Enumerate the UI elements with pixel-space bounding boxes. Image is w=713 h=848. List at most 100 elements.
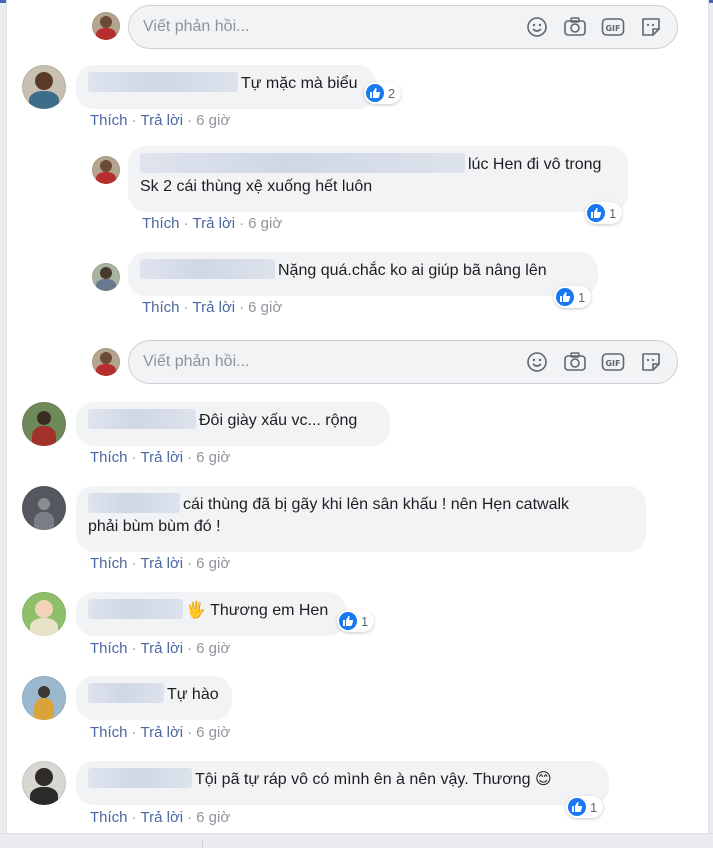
like-link[interactable]: Thích	[90, 449, 128, 466]
like-link[interactable]: Thích	[90, 640, 128, 657]
redacted-author-name	[140, 258, 275, 279]
redacted-author-name	[88, 71, 238, 92]
reply-link[interactable]: Trả lời	[141, 449, 184, 466]
reply-link[interactable]: Trả lời	[193, 299, 236, 316]
comment-text: Tự hào	[167, 686, 219, 703]
separator: ·	[187, 449, 193, 466]
like-icon	[366, 84, 384, 102]
like-link[interactable]: Thích	[90, 724, 128, 741]
reply-link[interactable]: Trả lời	[193, 215, 236, 232]
like-link[interactable]: Thích	[90, 809, 128, 826]
comment-text-line1: lúc Hen đi vô trong	[468, 156, 602, 173]
redacted-author-name	[140, 152, 465, 173]
redacted-author-name	[88, 492, 180, 513]
bottom-divider-tick	[202, 840, 203, 848]
reaction-number: 1	[609, 205, 617, 221]
avatar[interactable]	[92, 263, 120, 291]
gif-icon[interactable]: GIF	[601, 15, 625, 39]
separator: ·	[131, 449, 137, 466]
comment-text: Tự mặc mà biểu	[241, 75, 358, 92]
reaction-count[interactable]: 1	[566, 796, 604, 818]
reply-input[interactable]: Viết phản hồi... GIF	[128, 5, 678, 49]
reply-placeholder: Viết phản hồi...	[143, 18, 250, 35]
avatar[interactable]	[22, 592, 66, 636]
avatar[interactable]	[92, 348, 120, 376]
camera-icon[interactable]	[563, 15, 587, 39]
comment-actions: Thích · Trả lời · 6 giờ	[90, 809, 230, 826]
comment-bubble: Tự hào	[76, 676, 232, 720]
timestamp[interactable]: 6 giờ	[196, 640, 230, 657]
avatar[interactable]	[92, 156, 120, 184]
like-link[interactable]: Thích	[142, 299, 180, 316]
reply-link[interactable]: Trả lời	[141, 724, 184, 741]
separator: ·	[131, 640, 137, 657]
reaction-number: 2	[388, 85, 396, 101]
reaction-number: 1	[361, 613, 369, 629]
comment-text-line2: phải bùm bùm đó !	[88, 518, 221, 535]
timestamp[interactable]: 6 giờ	[248, 299, 282, 316]
svg-text:GIF: GIF	[605, 24, 620, 33]
sticker-icon[interactable]	[639, 350, 663, 374]
timestamp[interactable]: 6 giờ	[248, 215, 282, 232]
comment-bubble: Nặng quá.chắc ko ai giúp bã nâng lên	[128, 252, 598, 296]
comment-bubble: lúc Hen đi vô trong Sk 2 cái thùng xệ xu…	[128, 146, 628, 212]
redacted-author-name	[88, 767, 192, 788]
timestamp[interactable]: 6 giờ	[196, 112, 230, 129]
timestamp[interactable]: 6 giờ	[196, 724, 230, 741]
avatar[interactable]	[92, 12, 120, 40]
timestamp[interactable]: 6 giờ	[196, 809, 230, 826]
redacted-author-name	[88, 682, 164, 703]
separator: ·	[131, 112, 137, 129]
bottom-divider	[0, 833, 713, 834]
sticker-icon[interactable]	[639, 15, 663, 39]
reply-link[interactable]: Trả lời	[141, 809, 184, 826]
separator: ·	[187, 724, 193, 741]
avatar[interactable]	[22, 486, 66, 530]
comment-text-line2: Sk 2 cái thùng xệ xuống hết luôn	[140, 178, 373, 195]
like-link[interactable]: Thích	[142, 215, 180, 232]
separator: ·	[131, 724, 137, 741]
reply-input[interactable]: Viết phản hồi... GIF	[128, 340, 678, 384]
reply-placeholder: Viết phản hồi...	[143, 353, 250, 370]
reply-link[interactable]: Trả lời	[141, 112, 184, 129]
emoji-icon[interactable]	[525, 15, 549, 39]
emoji-icon[interactable]	[525, 350, 549, 374]
comment-text: Nặng quá.chắc ko ai giúp bã nâng lên	[278, 262, 547, 279]
comment-actions: Thích · Trả lời · 6 giờ	[90, 640, 230, 657]
reaction-number: 1	[578, 289, 586, 305]
avatar[interactable]	[22, 402, 66, 446]
reply-link[interactable]: Trả lời	[141, 555, 184, 572]
comment-bubble: Tự mặc mà biểu	[76, 65, 376, 109]
camera-icon[interactable]	[563, 350, 587, 374]
reaction-count[interactable]: 1	[585, 202, 623, 224]
gif-icon[interactable]: GIF	[601, 350, 625, 374]
avatar[interactable]	[22, 676, 66, 720]
separator: ·	[239, 215, 245, 232]
comment-actions: Thích · Trả lời · 6 giờ	[142, 299, 282, 316]
separator: ·	[183, 215, 189, 232]
separator: ·	[187, 640, 193, 657]
reaction-count[interactable]: 1	[554, 286, 592, 308]
reply-link[interactable]: Trả lời	[141, 640, 184, 657]
comment-bubble: Đôi giày xấu vc... rộng	[76, 402, 390, 446]
avatar[interactable]	[22, 65, 66, 109]
reaction-count[interactable]: 2	[364, 82, 402, 104]
comment-bubble: 🖐 Thương em Hen	[76, 592, 346, 636]
comment-text: Tội pã tự ráp vô có mình ên à nên vậy. T…	[195, 771, 552, 788]
reaction-count[interactable]: 1	[337, 610, 375, 632]
separator: ·	[187, 112, 193, 129]
separator: ·	[239, 299, 245, 316]
redacted-author-name	[88, 408, 196, 429]
like-icon	[568, 798, 586, 816]
svg-text:GIF: GIF	[605, 359, 620, 368]
separator: ·	[131, 555, 137, 572]
comment-text-line1: cái thùng đã bị gãy khi lên sân khấu ! n…	[183, 496, 570, 513]
like-link[interactable]: Thích	[90, 112, 128, 129]
timestamp[interactable]: 6 giờ	[196, 555, 230, 572]
reaction-number: 1	[590, 799, 598, 815]
avatar[interactable]	[22, 761, 66, 805]
comment-actions: Thích · Trả lời · 6 giờ	[142, 215, 282, 232]
timestamp[interactable]: 6 giờ	[196, 449, 230, 466]
like-link[interactable]: Thích	[90, 555, 128, 572]
redacted-author-name	[88, 598, 183, 619]
